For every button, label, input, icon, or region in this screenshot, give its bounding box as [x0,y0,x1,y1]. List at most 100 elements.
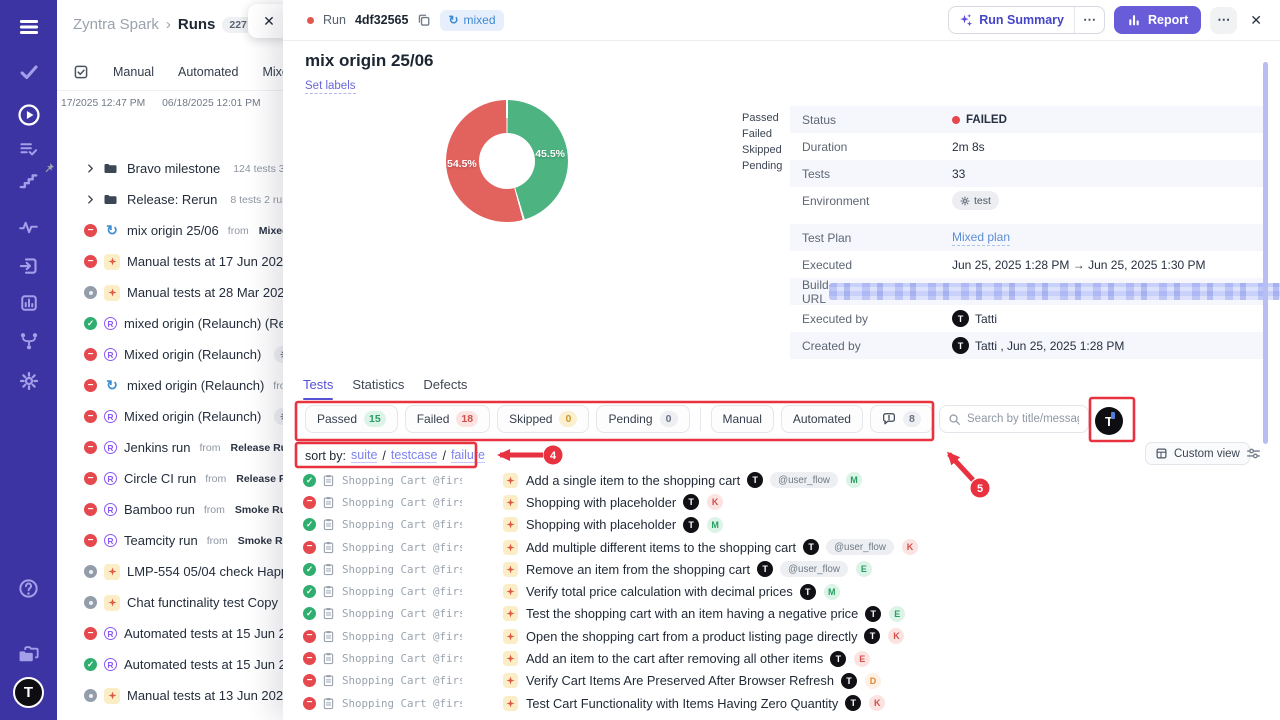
run-title[interactable]: Manual tests at 28 Mar 2025 0 [127,285,303,300]
status-filter-button[interactable]: Pending 0 [596,405,689,433]
repository-icon[interactable] [0,62,57,82]
test-title[interactable]: Open the shopping cart from a product li… [526,629,857,644]
test-row[interactable]: Shopping Cart @first @sm… Shopping with … [303,514,1266,536]
defects-icon[interactable] [0,218,57,237]
run-summary-more-button[interactable]: ⋯ [1074,7,1104,33]
run-title[interactable]: mix origin 25/06 [127,223,219,238]
copy-icon[interactable] [417,13,431,27]
manual-run-icon [104,595,120,611]
environment-pill[interactable]: test [952,191,999,210]
test-row[interactable]: Shopping Cart @first @sm… Test Cart Func… [303,692,1266,714]
run-title[interactable]: Chat functinality test Copy [127,595,278,610]
manual-test-icon [503,473,518,488]
test-title[interactable]: Add a single item to the shopping cart [526,473,740,488]
test-row[interactable]: Shopping Cart @first @sm… Verify Cart It… [303,670,1266,692]
sort-option-link[interactable]: failure [451,448,485,463]
run-title[interactable]: Mixed origin (Relaunch) [124,347,261,362]
test-title[interactable]: Test the shopping cart with an item havi… [526,606,858,621]
test-row[interactable]: Shopping Cart @first @sm… Add a single i… [303,469,1266,491]
run-title[interactable]: Jenkins run [124,440,190,455]
avatar: T [952,310,969,327]
run-title[interactable]: mixed origin (Relaunch) [127,378,264,393]
test-runs-icon[interactable] [0,103,57,127]
test-row[interactable]: Shopping Cart @first @sm… Shopping with … [303,491,1266,513]
runs-type-tab[interactable]: Automated [178,65,238,79]
test-title[interactable]: Verify Cart Items Are Preserved After Br… [526,673,834,688]
detail-tab[interactable]: Tests [303,377,333,400]
run-title[interactable]: Manual tests at 17 Jun 2025 10 [127,254,308,269]
test-row[interactable]: Shopping Cart @first @sm… Add an item to… [303,647,1266,669]
group-label[interactable]: Bravo milestone [127,161,220,176]
run-title[interactable]: Circle CI run [124,471,196,486]
test-row[interactable]: Shopping Cart @first @sm… Add multiple d… [303,536,1266,558]
user-avatar[interactable]: T [13,677,44,708]
comments-filter-button[interactable]: 8 [870,405,933,433]
analytics-icon[interactable] [0,293,57,313]
traceability-icon[interactable] [0,331,57,351]
custom-view-button[interactable]: Custom view [1145,442,1250,465]
group-label[interactable]: Release: Rerun [127,192,217,207]
run-title[interactable]: Automated tests at 15 Jun 2025 [124,626,308,641]
close-panel-icon[interactable]: ✕ [1246,12,1266,29]
chevron-right-icon[interactable] [85,194,96,205]
test-row[interactable]: Shopping Cart @first @sm… Open the shopp… [303,625,1266,647]
scrollbar-thumb[interactable] [1263,62,1268,444]
test-title[interactable]: Shopping with placeholder [526,495,676,510]
test-row[interactable]: Shopping Cart @first @sm… Verify total p… [303,580,1266,602]
more-actions-button[interactable]: ⋯ [1210,7,1237,34]
info-row-status: Status FAILED [790,106,1263,133]
run-from-label: from [199,442,220,454]
status-filter-button[interactable]: Skipped 0 [497,405,589,433]
test-plan-link[interactable]: Mixed plan [952,230,1010,246]
test-title[interactable]: Shopping with placeholder [526,517,676,532]
sort-option-link[interactable]: testcase [391,448,438,463]
test-row[interactable]: Shopping Cart @first @sm… Test the shopp… [303,603,1266,625]
test-plans-icon[interactable] [0,139,57,158]
test-title[interactable]: Test Cart Functionality with Items Havin… [526,696,838,711]
detail-tab[interactable]: Defects [423,377,467,400]
test-row[interactable]: Shopping Cart @first @sm… Remove an item… [303,558,1266,580]
test-title[interactable]: Remove an item from the shopping cart [526,562,750,577]
run-summary-button[interactable]: Run Summary [949,7,1074,33]
help-icon[interactable] [0,578,57,599]
set-labels-link[interactable]: Set labels [305,80,356,94]
run-title[interactable]: Mixed origin (Relaunch) [124,409,261,424]
runs-type-tab[interactable]: Manual [113,65,154,79]
legend-item: Failed [727,126,782,142]
run-id: 4df32565 [355,13,409,27]
test-title[interactable]: Add an item to the cart after removing a… [526,651,823,666]
assignee-avatar[interactable]: T [1095,407,1123,435]
run-title[interactable]: Automated tests at 15 Jun 2025 [124,657,308,672]
detail-tab[interactable]: Statistics [352,377,404,400]
run-title[interactable]: Manual tests at 13 Jun 2025 12 [127,688,308,703]
run-detail-panel: Run 4df32565 ↻mixed Run Summary ⋯ Report… [283,0,1280,720]
manual-run-icon [104,285,120,301]
clipboard-icon [322,607,335,620]
run-type-badge[interactable]: ↻mixed [440,10,503,31]
type-filter-button[interactable]: Manual [711,405,774,433]
test-status-icon [303,563,316,576]
automated-run-icon: R [104,441,117,454]
report-button[interactable]: Report [1114,6,1201,34]
projects-icon[interactable] [0,644,57,665]
view-settings-icon[interactable] [1246,446,1261,461]
run-title[interactable]: LMP-554 05/04 check Happy P [127,564,307,579]
requirements-icon[interactable] [0,256,57,276]
run-status-icon [84,224,97,237]
menu-icon[interactable] [0,16,57,38]
breadcrumb-project[interactable]: Zyntra Spark [73,16,159,33]
status-filter-button[interactable]: Failed 18 [405,405,490,433]
test-title[interactable]: Add multiple different items to the shop… [526,540,796,555]
test-title[interactable]: Verify total price calculation with deci… [526,584,793,599]
type-filter-button[interactable]: Automated [781,405,863,433]
sort-option-link[interactable]: suite [351,448,377,463]
legend-item: Passed [727,110,782,126]
run-title[interactable]: Teamcity run [124,533,198,548]
select-all-icon[interactable] [73,64,89,80]
status-filter-button[interactable]: Passed 15 [305,405,398,433]
search-input[interactable] [967,413,1079,425]
run-title[interactable]: mixed origin (Relaunch) (Relau [124,316,303,331]
chevron-right-icon[interactable] [85,163,96,174]
run-title[interactable]: Bamboo run [124,502,195,517]
settings-icon[interactable] [0,371,57,391]
